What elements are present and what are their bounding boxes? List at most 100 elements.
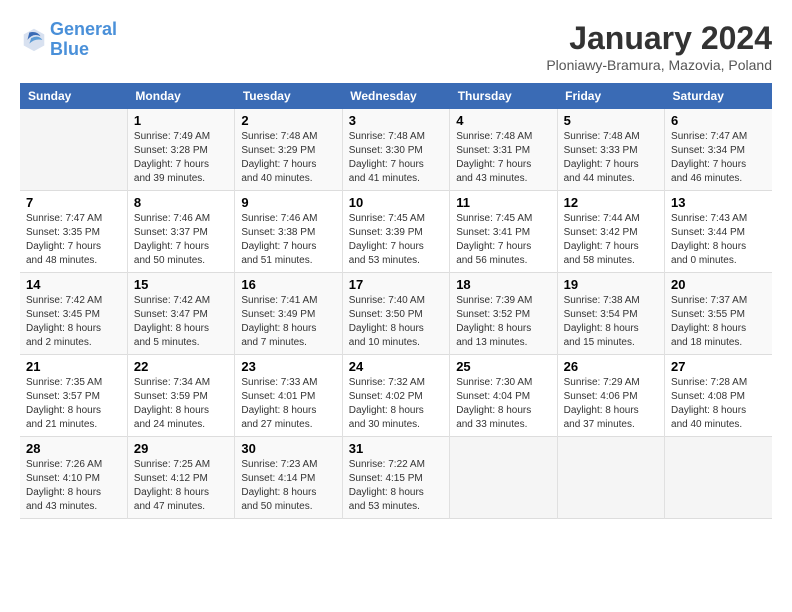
day-number: 27: [671, 359, 766, 374]
weekday-header-saturday: Saturday: [665, 83, 772, 109]
day-info: Sunrise: 7:37 AM Sunset: 3:55 PM Dayligh…: [671, 294, 766, 350]
day-info: Sunrise: 7:48 AM Sunset: 3:29 PM Dayligh…: [241, 130, 335, 186]
calendar-week-row: 1 Sunrise: 7:49 AM Sunset: 3:28 PM Daylig…: [20, 109, 772, 191]
calendar-cell: 23Sunrise: 7:33 AM Sunset: 4:01 PM Dayli…: [235, 355, 342, 437]
day-info: Sunrise: 7:34 AM Sunset: 3:59 PM Dayligh…: [134, 376, 228, 432]
day-info: Sunrise: 7:48 AM Sunset: 3:33 PM Dayligh…: [564, 130, 658, 186]
calendar-cell: 29 Sunrise: 7:25 AM Sunset: 4:12 PM Dayli…: [127, 437, 234, 519]
calendar-cell: 8Sunrise: 7:46 AM Sunset: 3:37 PM Daylig…: [127, 191, 234, 273]
calendar-cell: 30Sunrise: 7:23 AM Sunset: 4:14 PM Dayli…: [235, 437, 342, 519]
calendar-week-row: 21Sunrise: 7:35 AM Sunset: 3:57 PM Dayli…: [20, 355, 772, 437]
day-info: Sunrise: 7:30 AM Sunset: 4:04 PM Dayligh…: [456, 376, 550, 432]
day-info: Sunrise: 7:45 AM Sunset: 3:39 PM Dayligh…: [349, 212, 443, 268]
day-info: Sunrise: 7:35 AM Sunset: 3:57 PM Dayligh…: [26, 376, 121, 432]
calendar-cell: 14Sunrise: 7:42 AM Sunset: 3:45 PM Dayli…: [20, 273, 127, 355]
day-number: 28: [26, 441, 121, 456]
calendar-cell: [665, 437, 772, 519]
day-info: Sunrise: 7:43 AM Sunset: 3:44 PM Dayligh…: [671, 212, 766, 268]
day-number: 19: [564, 277, 658, 292]
day-info: Sunrise: 7:46 AM Sunset: 3:38 PM Dayligh…: [241, 212, 335, 268]
calendar-cell: 19 Sunrise: 7:38 AM Sunset: 3:54 PM Dayli…: [557, 273, 664, 355]
day-info: Sunrise: 7:44 AM Sunset: 3:42 PM Dayligh…: [564, 212, 658, 268]
day-number: 29: [134, 441, 228, 456]
day-info: Sunrise: 7:26 AM Sunset: 4:10 PM Dayligh…: [26, 458, 121, 514]
day-number: 31: [349, 441, 443, 456]
day-number: 26: [564, 359, 658, 374]
day-number: 2: [241, 113, 335, 128]
calendar-cell: 25 Sunrise: 7:30 AM Sunset: 4:04 PM Dayli…: [450, 355, 557, 437]
day-info: Sunrise: 7:48 AM Sunset: 3:30 PM Dayligh…: [349, 130, 443, 186]
calendar-week-row: 14Sunrise: 7:42 AM Sunset: 3:45 PM Dayli…: [20, 273, 772, 355]
day-number: 25: [456, 359, 550, 374]
weekday-header-wednesday: Wednesday: [342, 83, 449, 109]
day-number: 5: [564, 113, 658, 128]
day-number: 17: [349, 277, 443, 292]
day-number: 22: [134, 359, 228, 374]
weekday-header-monday: Monday: [127, 83, 234, 109]
calendar-cell: 26Sunrise: 7:29 AM Sunset: 4:06 PM Dayli…: [557, 355, 664, 437]
day-number: 8: [134, 195, 228, 210]
calendar-cell: 27 Sunrise: 7:28 AM Sunset: 4:08 PM Dayli…: [665, 355, 772, 437]
logo-icon: [20, 25, 48, 53]
day-info: Sunrise: 7:47 AM Sunset: 3:34 PM Dayligh…: [671, 130, 766, 186]
day-info: Sunrise: 7:25 AM Sunset: 4:12 PM Dayligh…: [134, 458, 228, 514]
day-number: 14: [26, 277, 121, 292]
calendar-cell: [20, 109, 127, 191]
calendar-cell: 15 Sunrise: 7:42 AM Sunset: 3:47 PM Dayli…: [127, 273, 234, 355]
day-number: 10: [349, 195, 443, 210]
page-header: General Blue January 2024 Ploniawy-Bramu…: [20, 20, 772, 73]
day-info: Sunrise: 7:39 AM Sunset: 3:52 PM Dayligh…: [456, 294, 550, 350]
weekday-header-row: SundayMondayTuesdayWednesdayThursdayFrid…: [20, 83, 772, 109]
day-number: 13: [671, 195, 766, 210]
day-number: 11: [456, 195, 550, 210]
calendar-cell: 20 Sunrise: 7:37 AM Sunset: 3:55 PM Dayli…: [665, 273, 772, 355]
day-number: 15: [134, 277, 228, 292]
day-info: Sunrise: 7:40 AM Sunset: 3:50 PM Dayligh…: [349, 294, 443, 350]
calendar-cell: 17 Sunrise: 7:40 AM Sunset: 3:50 PM Dayli…: [342, 273, 449, 355]
weekday-header-sunday: Sunday: [20, 83, 127, 109]
calendar-cell: 12 Sunrise: 7:44 AM Sunset: 3:42 PM Dayli…: [557, 191, 664, 273]
calendar-cell: 3 Sunrise: 7:48 AM Sunset: 3:30 PM Daylig…: [342, 109, 449, 191]
weekday-header-tuesday: Tuesday: [235, 83, 342, 109]
logo-line1: General: [50, 19, 117, 39]
day-number: 12: [564, 195, 658, 210]
calendar-cell: 1 Sunrise: 7:49 AM Sunset: 3:28 PM Daylig…: [127, 109, 234, 191]
calendar-cell: 10 Sunrise: 7:45 AM Sunset: 3:39 PM Dayli…: [342, 191, 449, 273]
calendar-cell: 11 Sunrise: 7:45 AM Sunset: 3:41 PM Dayli…: [450, 191, 557, 273]
day-number: 3: [349, 113, 443, 128]
location: Ploniawy-Bramura, Mazovia, Poland: [546, 57, 772, 73]
calendar-cell: [450, 437, 557, 519]
calendar-cell: 28 Sunrise: 7:26 AM Sunset: 4:10 PM Dayli…: [20, 437, 127, 519]
day-info: Sunrise: 7:32 AM Sunset: 4:02 PM Dayligh…: [349, 376, 443, 432]
day-number: 20: [671, 277, 766, 292]
day-number: 9: [241, 195, 335, 210]
calendar-cell: 5 Sunrise: 7:48 AM Sunset: 3:33 PM Daylig…: [557, 109, 664, 191]
calendar-cell: 2 Sunrise: 7:48 AM Sunset: 3:29 PM Daylig…: [235, 109, 342, 191]
calendar-cell: 9 Sunrise: 7:46 AM Sunset: 3:38 PM Daylig…: [235, 191, 342, 273]
day-info: Sunrise: 7:42 AM Sunset: 3:47 PM Dayligh…: [134, 294, 228, 350]
day-info: Sunrise: 7:38 AM Sunset: 3:54 PM Dayligh…: [564, 294, 658, 350]
calendar-cell: 7 Sunrise: 7:47 AM Sunset: 3:35 PM Daylig…: [20, 191, 127, 273]
title-block: January 2024 Ploniawy-Bramura, Mazovia, …: [546, 20, 772, 73]
day-info: Sunrise: 7:23 AM Sunset: 4:14 PM Dayligh…: [241, 458, 335, 514]
day-info: Sunrise: 7:41 AM Sunset: 3:49 PM Dayligh…: [241, 294, 335, 350]
calendar-cell: [557, 437, 664, 519]
calendar-cell: 31 Sunrise: 7:22 AM Sunset: 4:15 PM Dayli…: [342, 437, 449, 519]
day-number: 6: [671, 113, 766, 128]
day-info: Sunrise: 7:49 AM Sunset: 3:28 PM Dayligh…: [134, 130, 228, 186]
calendar-cell: 13 Sunrise: 7:43 AM Sunset: 3:44 PM Dayli…: [665, 191, 772, 273]
calendar-cell: 21Sunrise: 7:35 AM Sunset: 3:57 PM Dayli…: [20, 355, 127, 437]
calendar-cell: 6 Sunrise: 7:47 AM Sunset: 3:34 PM Daylig…: [665, 109, 772, 191]
day-number: 4: [456, 113, 550, 128]
day-number: 16: [241, 277, 335, 292]
day-number: 7: [26, 195, 121, 210]
day-info: Sunrise: 7:22 AM Sunset: 4:15 PM Dayligh…: [349, 458, 443, 514]
day-info: Sunrise: 7:47 AM Sunset: 3:35 PM Dayligh…: [26, 212, 121, 268]
day-info: Sunrise: 7:45 AM Sunset: 3:41 PM Dayligh…: [456, 212, 550, 268]
calendar-week-row: 7 Sunrise: 7:47 AM Sunset: 3:35 PM Daylig…: [20, 191, 772, 273]
weekday-header-friday: Friday: [557, 83, 664, 109]
calendar-cell: 24Sunrise: 7:32 AM Sunset: 4:02 PM Dayli…: [342, 355, 449, 437]
calendar-cell: 4Sunrise: 7:48 AM Sunset: 3:31 PM Daylig…: [450, 109, 557, 191]
day-info: Sunrise: 7:28 AM Sunset: 4:08 PM Dayligh…: [671, 376, 766, 432]
day-number: 1: [134, 113, 228, 128]
